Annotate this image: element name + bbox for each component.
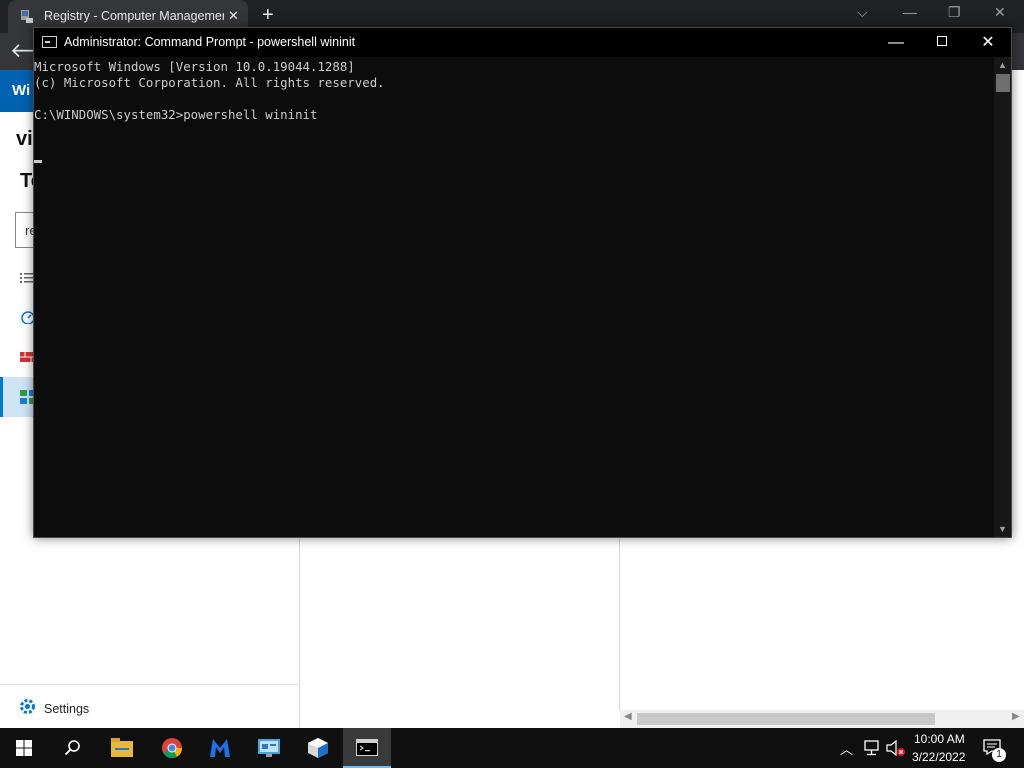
clock-time[interactable]: 10:00 AM (914, 732, 965, 746)
vertical-scroll-thumb[interactable] (996, 74, 1010, 92)
computer-management-icon (21, 10, 33, 23)
scroll-up-icon[interactable]: ▲ (994, 57, 1011, 73)
browser-restore-button[interactable]: ❐ (948, 4, 961, 21)
command-prompt-icon (42, 36, 57, 48)
notification-count-badge: 1 (992, 748, 1006, 762)
file-explorer-icon (111, 738, 133, 757)
vertical-scrollbar[interactable]: ▲ ▼ (994, 57, 1011, 537)
maximize-button[interactable] (919, 28, 965, 57)
search-button[interactable] (48, 728, 96, 768)
console-line: C:\WINDOWS\system32>powershell wininit (34, 107, 318, 122)
taskbar-server-manager[interactable] (294, 728, 342, 768)
cmd-window-title: Administrator: Command Prompt - powershe… (64, 35, 356, 49)
start-button[interactable] (0, 728, 48, 768)
command-prompt-icon (356, 739, 378, 756)
taskbar-command-prompt[interactable] (343, 728, 391, 768)
command-prompt-window[interactable]: Administrator: Command Prompt - powershe… (33, 27, 1012, 538)
text-cursor (34, 160, 42, 163)
settings-link[interactable]: Settings (0, 684, 300, 728)
scroll-down-icon[interactable]: ▼ (994, 521, 1011, 537)
gear-icon (20, 699, 35, 714)
minimize-icon: — (888, 34, 904, 51)
tab-close-icon[interactable]: ✕ (228, 8, 239, 24)
horizontal-scroll-thumb[interactable] (637, 713, 935, 725)
console-output[interactable]: Microsoft Windows [Version 10.0.19044.12… (34, 57, 994, 537)
scroll-right-icon[interactable]: ▶ (1012, 711, 1020, 722)
windows-logo-icon (16, 740, 32, 756)
volume-muted-icon[interactable] (886, 739, 906, 757)
malwarebytes-icon (210, 739, 230, 757)
taskbar-control-panel[interactable] (245, 728, 293, 768)
taskbar: ︿ 10:00 AM 3/22/2022 1 (0, 728, 1024, 768)
horizontal-scrollbar[interactable]: ◀ ▶ (620, 710, 1024, 728)
new-tab-button[interactable]: + (262, 4, 274, 27)
browser-close-button[interactable]: ✕ (994, 4, 1006, 21)
maximize-icon (937, 36, 947, 47)
taskbar-chrome[interactable] (147, 728, 195, 768)
clock-date[interactable]: 3/22/2022 (912, 750, 965, 764)
taskbar-malwarebytes[interactable] (196, 728, 244, 768)
taskbar-file-explorer[interactable] (98, 728, 146, 768)
close-icon: ✕ (981, 34, 995, 51)
cmd-titlebar[interactable]: Administrator: Command Prompt - powershe… (34, 28, 1011, 57)
tab-title: Registry - Computer Management (44, 9, 224, 23)
search-icon (64, 740, 80, 756)
control-panel-icon (258, 739, 280, 757)
console-line: (c) Microsoft Corporation. All rights re… (34, 75, 385, 90)
browser-minimize-button[interactable]: — (903, 4, 917, 20)
tab-search-button[interactable]: ⌵ (857, 4, 868, 21)
chrome-icon (162, 738, 183, 759)
app-header-title: Wi (12, 82, 31, 99)
chevron-up-icon[interactable]: ︿ (840, 739, 853, 758)
scroll-left-icon[interactable]: ◀ (624, 711, 632, 722)
minimize-button[interactable]: — (873, 28, 919, 57)
close-button[interactable]: ✕ (965, 28, 1011, 57)
console-line: Microsoft Windows [Version 10.0.19044.12… (34, 59, 355, 74)
server-manager-icon (308, 738, 328, 758)
page-title: vi (16, 128, 33, 150)
settings-label: Settings (44, 702, 90, 716)
network-icon[interactable] (863, 740, 880, 756)
pane-divider (619, 537, 620, 710)
